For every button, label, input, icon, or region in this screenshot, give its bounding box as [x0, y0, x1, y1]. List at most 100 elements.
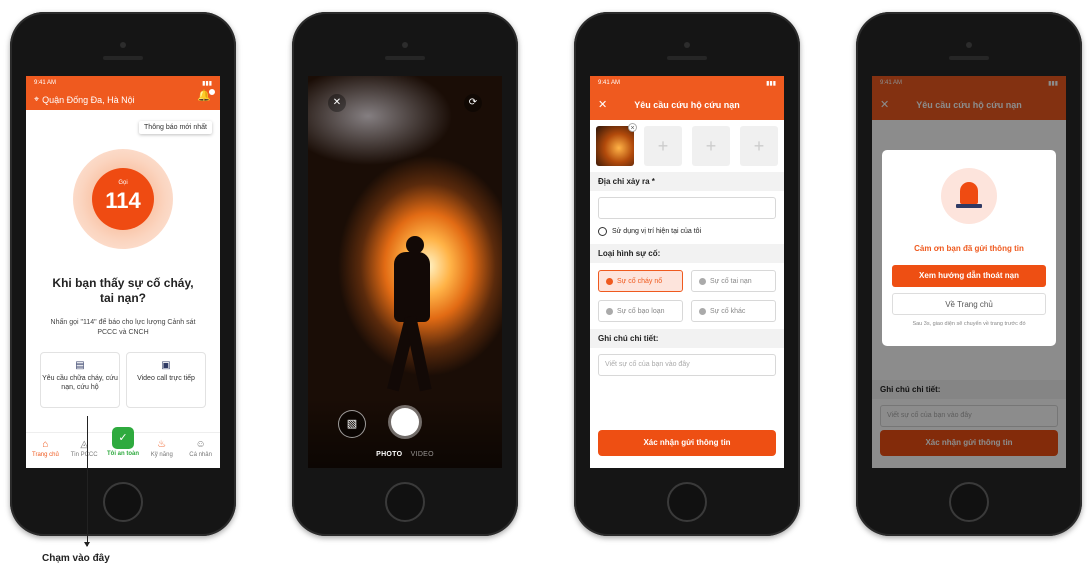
status-bar: 9:41 AM ▮▮▮: [26, 76, 220, 90]
earpiece: [103, 56, 143, 60]
use-location-button[interactable]: Sử dụng vị trí hiện tại của tôi: [590, 225, 784, 244]
redirect-note: Sau 3s, giao diện sẽ chuyển về trang trư…: [912, 321, 1026, 327]
type-label: Sự cố cháy nổ: [617, 277, 663, 285]
video-call-label: Video call trực tiếp: [137, 375, 195, 382]
form-header: ✕ Yêu cầu cứu hộ cứu nạn: [590, 90, 784, 120]
form-screen: 9:41 AM ▮▮▮ ✕ Yêu cầu cứu hộ cứu nạn × + +…: [590, 76, 784, 468]
type-label: Sự cố khác: [710, 307, 746, 315]
pin-icon: ⌖: [34, 94, 40, 104]
camera-dot: [402, 42, 408, 48]
type-fire[interactable]: Sự cố cháy nổ: [598, 270, 683, 292]
home-icon: ⌂: [42, 439, 49, 450]
add-photo-icon[interactable]: +: [692, 126, 730, 166]
status-time: 9:41 AM: [598, 80, 621, 86]
camera-dot: [120, 42, 126, 48]
earpiece: [667, 56, 707, 60]
location-selector[interactable]: ⌖ Quận Đống Đa, Hà Nội: [34, 94, 135, 105]
earpiece: [385, 56, 425, 60]
type-label: Sự cố bạo loạn: [617, 307, 665, 315]
mode-photo[interactable]: PHOTO: [376, 451, 402, 458]
type-riot[interactable]: Sự cố bạo loạn: [598, 300, 683, 322]
incident-type-section: Loại hình sự cố:: [590, 244, 784, 263]
tab-safe[interactable]: ✓ Tôi an toàn: [104, 427, 143, 468]
notification-tooltip: Thông báo mới nhất: [139, 121, 212, 134]
smile-icon: ☺: [195, 439, 206, 450]
tab-profile[interactable]: ☺ Cá nhân: [181, 433, 220, 468]
mockup-stage: 9:41 AM ▮▮▮ ⌖ Quận Đống Đa, Hà Nội 🔔 Thông…: [0, 0, 1089, 574]
status-time: 9:41 AM: [34, 80, 57, 86]
call-label: Gọi: [118, 180, 128, 186]
video-call-card[interactable]: ▣ Video call trực tiếp: [126, 352, 206, 408]
tab-home[interactable]: ⌂ Trang chủ: [26, 433, 65, 468]
tab-news[interactable]: ◬ Tin PCCC: [65, 433, 104, 468]
call-number: 114: [105, 188, 141, 213]
camera-dot: [684, 42, 690, 48]
tab-label: Kỹ năng: [150, 452, 173, 458]
mode-video[interactable]: VIDEO: [411, 451, 434, 458]
home-button[interactable]: [103, 482, 143, 522]
thanks-message: Cảm ơn bạn đã gửi thông tin: [914, 244, 1024, 253]
phone-home: 9:41 AM ▮▮▮ ⌖ Quận Đống Đa, Hà Nội 🔔 Thông…: [10, 12, 236, 536]
flip-camera-icon[interactable]: ⟳: [464, 94, 482, 112]
tab-label: Cá nhân: [189, 452, 212, 458]
notification-badge: [208, 88, 216, 96]
request-rescue-card[interactable]: ▤ Yêu cầu chữa cháy, cứu nạn, cứu hộ: [40, 352, 120, 408]
alarm-light: [960, 182, 978, 204]
camera-screen: ✕ ⟳ ▧ PHOTO VIDEO: [308, 76, 502, 468]
use-location-label: Sử dụng vị trí hiện tại của tôi: [612, 228, 702, 235]
success-modal: Cảm ơn bạn đã gửi thông tin Xem hướng dẫ…: [882, 150, 1056, 346]
photo-thumb[interactable]: ×: [596, 123, 637, 166]
tab-label: Trang chủ: [32, 452, 59, 458]
hint-line: [87, 416, 88, 546]
location-text: Quận Đống Đa, Hà Nội: [42, 94, 135, 105]
remove-icon[interactable]: ×: [628, 123, 637, 132]
escape-guide-button[interactable]: Xem hướng dẫn thoát nạn: [892, 265, 1046, 287]
call-114-button[interactable]: Gọi 114: [73, 149, 173, 249]
tab-label: Tin PCCC: [70, 452, 98, 458]
back-home-button[interactable]: Về Trang chủ: [892, 293, 1046, 315]
call-core: Gọi 114: [92, 168, 154, 230]
question-line-2: tai nạn?: [99, 291, 146, 305]
add-photo-icon[interactable]: +: [740, 126, 778, 166]
home-button[interactable]: [667, 482, 707, 522]
home-header: 9:41 AM ▮▮▮ ⌖ Quận Đống Đa, Hà Nội 🔔: [26, 76, 220, 110]
photo-thumbnails: × + + +: [590, 120, 784, 172]
tab-skills[interactable]: ♨ Kỹ năng: [142, 433, 181, 468]
battery-icon: ▮▮▮: [202, 80, 212, 87]
video-call-icon: ▣: [161, 360, 171, 371]
request-rescue-label: Yêu cầu chữa cháy, cứu nạn, cứu hộ: [42, 375, 118, 391]
phone-form: 9:41 AM ▮▮▮ ✕ Yêu cầu cứu hộ cứu nạn × + +…: [574, 12, 800, 536]
silhouette-body: [394, 252, 430, 322]
confirmation-screen: 9:41 AM ▮▮▮ ✕ Yêu cầu cứu hộ cứu nạn Ghi c…: [872, 76, 1066, 468]
fire-icon: ♨: [157, 439, 167, 450]
close-icon[interactable]: ✕: [598, 90, 607, 120]
bottom-tab-bar: ⌂ Trang chủ ◬ Tin PCCC ✓ Tôi an toàn ♨ Kỹ nă…: [26, 427, 220, 468]
alarm-base: [956, 204, 982, 208]
earpiece: [949, 56, 989, 60]
news-icon: ◬: [80, 439, 89, 450]
camera-modes: PHOTO VIDEO: [308, 451, 502, 458]
type-label: Sự cố tai nạn: [710, 277, 752, 285]
shield-icon: ✓: [111, 427, 134, 449]
question-line-1: Khi bạn thấy sự cố cháy,: [52, 276, 194, 290]
phone-camera: ✕ ⟳ ▧ PHOTO VIDEO: [292, 12, 518, 536]
form-status-area: 9:41 AM ▮▮▮ ✕ Yêu cầu cứu hộ cứu nạn: [590, 76, 784, 120]
home-question: Khi bạn thấy sự cố cháy, tai nạn?: [26, 276, 220, 306]
status-bar: 9:41 AM ▮▮▮: [590, 76, 784, 90]
add-photo-icon[interactable]: +: [644, 126, 682, 166]
address-input[interactable]: [598, 197, 776, 219]
home-button[interactable]: [385, 482, 425, 522]
gallery-icon[interactable]: ▧: [338, 410, 366, 438]
silhouette-leg: [404, 315, 432, 392]
shutter-button[interactable]: [391, 408, 419, 436]
submit-button[interactable]: Xác nhận gửi thông tin: [598, 430, 776, 456]
battery-icon: ▮▮▮: [766, 80, 776, 87]
note-input[interactable]: Viết sự cố của bạn vào đây: [598, 354, 776, 376]
incident-type-grid: Sự cố cháy nổ Sự cố tai nạn Sự cố bạo lo…: [590, 263, 784, 329]
home-button[interactable]: [949, 482, 989, 522]
camera-dot: [966, 42, 972, 48]
form-title: Yêu cầu cứu hộ cứu nạn: [634, 100, 740, 110]
close-icon[interactable]: ✕: [328, 94, 346, 112]
type-other[interactable]: Sự cố khác: [691, 300, 776, 322]
type-accident[interactable]: Sự cố tai nạn: [691, 270, 776, 292]
